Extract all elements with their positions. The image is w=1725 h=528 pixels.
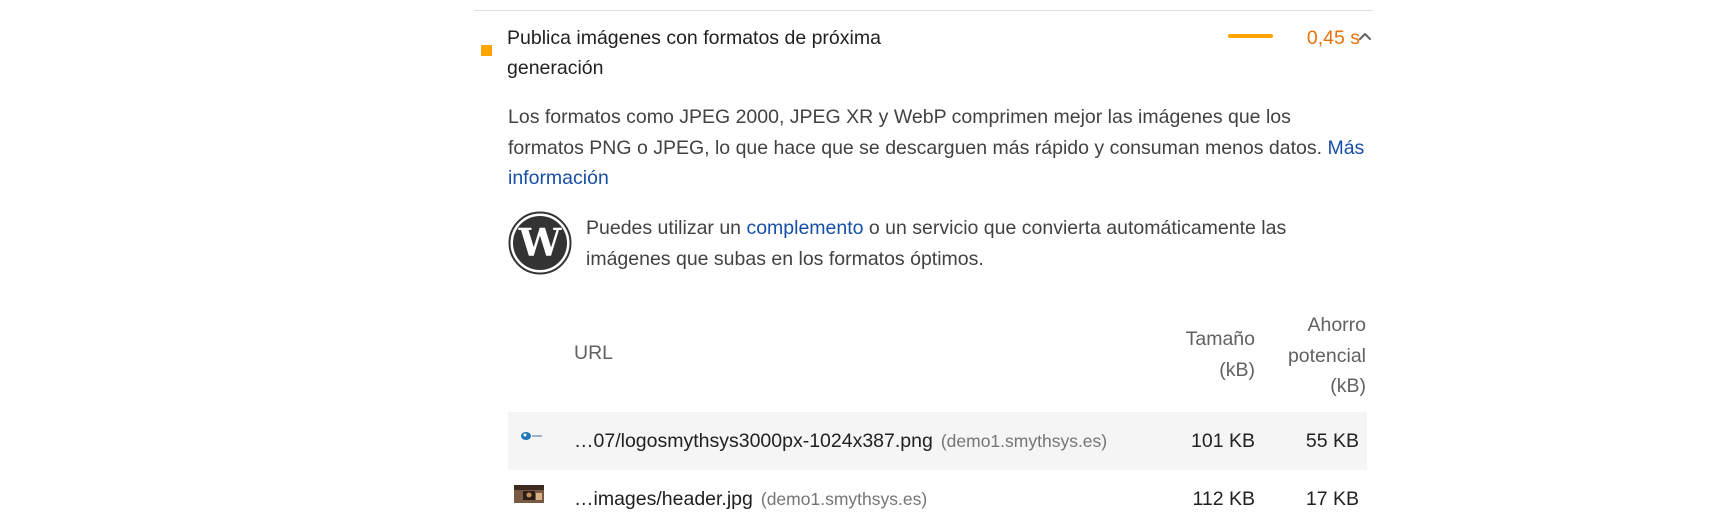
plugin-link[interactable]: complemento — [746, 217, 863, 239]
audit-title: Publica imágenes con formatos de próxima… — [507, 27, 881, 79]
table-cell-size: 101 KB — [1191, 430, 1255, 452]
column-header-size-line1: Tamaño — [1185, 328, 1255, 350]
table-cell-savings: 17 KB — [1305, 488, 1359, 510]
column-header-savings-line1: Ahorro — [1307, 314, 1366, 336]
audit-summary-toggle[interactable]: Publica imágenes con formatos de próxima… — [474, 20, 1373, 82]
column-header-url: URL — [574, 342, 614, 364]
header-photo-thumbnail — [514, 485, 544, 503]
audit-description: Los formatos como JPEG 2000, JPEG XR y W… — [508, 102, 1368, 194]
section-divider — [474, 10, 1373, 11]
audit-description-text: Los formatos como JPEG 2000, JPEG XR y W… — [508, 106, 1328, 159]
stack-pack-advice: Puedes utilizar un complemento o un serv… — [586, 213, 1376, 274]
resource-origin: (demo1.smythsys.es) — [940, 431, 1108, 451]
column-header-size-line2: (kB) — [1219, 358, 1255, 381]
resource-url: …images/header.jpg — [574, 488, 753, 510]
wordpress-icon: W — [508, 211, 572, 275]
average-status-indicator — [481, 45, 492, 56]
table-row: …07/logosmythsys3000px-1024x387.png (demo… — [508, 412, 1367, 470]
column-header-savings: Ahorro potencial (kB) — [1268, 310, 1366, 402]
table-cell-url[interactable]: …images/header.jpg (demo1.smythsys.es) — [574, 484, 927, 514]
column-header-savings-line2: potencial — [1287, 344, 1366, 367]
estimated-savings-value: 0,45 s — [1306, 27, 1360, 49]
table-row: …images/header.jpg (demo1.smythsys.es) 11… — [508, 470, 1367, 528]
stack-pack-text-before: Puedes utilizar un — [586, 217, 747, 239]
svg-text:W: W — [518, 220, 563, 265]
chevron-up-icon[interactable] — [1356, 27, 1374, 45]
resource-url: …07/logosmythsys3000px-1024x387.png — [574, 430, 933, 452]
savings-bar — [1228, 34, 1273, 38]
table-cell-size: 112 KB — [1192, 488, 1255, 510]
table-cell-url[interactable]: …07/logosmythsys3000px-1024x387.png (demo… — [574, 426, 1107, 456]
column-header-savings-line3: (kB) — [1330, 375, 1366, 397]
column-header-size: Tamaño (kB) — [1108, 324, 1255, 385]
table-cell-savings: 55 KB — [1305, 430, 1359, 452]
resource-origin: (demo1.smythsys.es) — [760, 489, 928, 509]
logo-thumbnail — [521, 432, 542, 440]
